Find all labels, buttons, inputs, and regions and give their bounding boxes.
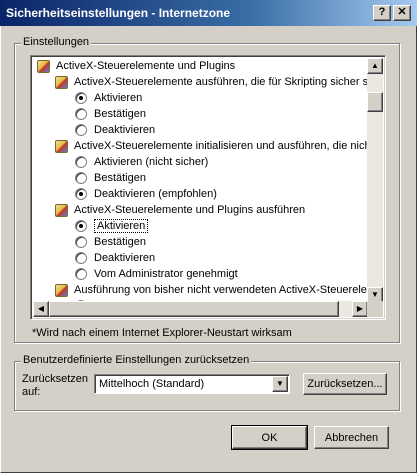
setting-item: Ausführung von bisher nicht verwendeten …	[55, 282, 367, 298]
radio-button[interactable]	[75, 268, 87, 280]
setting-label: ActiveX-Steuerelemente ausführen, die fü…	[74, 76, 368, 88]
radio-button[interactable]	[75, 220, 87, 232]
setting-label: Deaktivieren	[94, 252, 156, 264]
cancel-button[interactable]: Abbrechen	[314, 426, 389, 449]
setting-label: Deaktivieren (empfohlen)	[94, 188, 217, 200]
setting-label: Aktivieren (nicht sicher)	[94, 156, 209, 168]
radio-button[interactable]	[75, 188, 87, 200]
radio-button[interactable]	[75, 124, 87, 136]
setting-item: ActiveX-Steuerelemente und Plugins ausfü…	[55, 202, 305, 218]
setting-label: Bestätigen	[94, 236, 146, 248]
ok-button[interactable]: OK	[231, 425, 308, 450]
setting-option[interactable]: Deaktivieren	[75, 250, 155, 266]
horizontal-scroll-thumb[interactable]	[49, 301, 339, 317]
setting-item: ActiveX-Steuerelemente ausführen, die fü…	[55, 74, 368, 90]
title-bar[interactable]: Sicherheitseinstellungen - Internetzone …	[0, 0, 417, 26]
setting-option[interactable]: Bestätigen	[75, 106, 146, 122]
reset-to-label: Zurücksetzen auf:	[22, 373, 89, 398]
security-setting-icon	[55, 283, 68, 297]
setting-label: ActiveX-Steuerelemente und Plugins ausfü…	[74, 204, 306, 216]
radio-button[interactable]	[75, 156, 87, 168]
setting-option[interactable]: Aktivieren (nicht sicher)	[75, 154, 208, 170]
setting-label: Ausführung von bisher nicht verwendeten …	[74, 284, 367, 296]
setting-label: ActiveX-Steuerelemente und Plugins	[56, 60, 236, 72]
setting-label: Vom Administrator genehmigt	[94, 268, 238, 280]
horizontal-scrollbar[interactable]: ◀ ▶	[33, 301, 368, 317]
close-button[interactable]: ✕	[393, 5, 411, 21]
security-setting-icon	[55, 203, 68, 217]
chevron-down-icon[interactable]: ▼	[272, 376, 288, 392]
radio-button[interactable]	[75, 172, 87, 184]
setting-option[interactable]: Deaktivieren	[75, 122, 155, 138]
setting-option[interactable]: Bestätigen	[75, 234, 146, 250]
setting-option[interactable]: Aktivieren	[75, 90, 142, 106]
settings-tree-content: ActiveX-Steuerelemente und Plugins Active…	[33, 58, 368, 303]
scroll-left-button[interactable]: ◀	[33, 301, 49, 317]
vertical-scroll-thumb[interactable]	[367, 92, 383, 112]
setting-label: Bestätigen	[94, 108, 146, 120]
setting-option[interactable]: Deaktivieren (empfohlen)	[75, 186, 217, 202]
settings-group-label: Einstellungen	[21, 36, 92, 48]
security-setting-icon	[37, 59, 50, 73]
scroll-up-button[interactable]: ▲	[367, 58, 383, 74]
setting-item: ActiveX-Steuerelemente initialisieren un…	[55, 138, 368, 154]
reset-group-label: Benutzerdefinierte Einstellungen zurücks…	[21, 354, 252, 366]
setting-label: Aktivieren	[94, 92, 143, 104]
vertical-scrollbar[interactable]: ▲ ▼	[367, 58, 383, 303]
restart-note: *Wird nach einem Internet Explorer-Neust…	[32, 327, 292, 339]
setting-option[interactable]: Vom Administrator genehmigt	[75, 266, 238, 282]
security-setting-icon	[55, 139, 68, 153]
window-title: Sicherheitseinstellungen - Internetzone	[6, 6, 231, 20]
scroll-right-button[interactable]: ▶	[352, 301, 368, 317]
settings-tree[interactable]: ActiveX-Steuerelemente und Plugins Active…	[30, 55, 386, 320]
setting-label: Deaktivieren	[94, 124, 156, 136]
radio-button[interactable]	[75, 92, 87, 104]
radio-button[interactable]	[75, 252, 87, 264]
radio-button[interactable]	[75, 108, 87, 120]
security-setting-icon	[55, 75, 68, 89]
setting-category: ActiveX-Steuerelemente und Plugins	[37, 58, 235, 74]
setting-label: ActiveX-Steuerelemente initialisieren un…	[74, 140, 368, 152]
scroll-corner	[367, 301, 383, 317]
reset-level-value: Mittelhoch (Standard)	[99, 378, 205, 390]
setting-option[interactable]: Bestätigen	[75, 170, 146, 186]
setting-label: Aktivieren	[94, 219, 149, 233]
help-button[interactable]: ?	[373, 5, 391, 21]
reset-button[interactable]: Zurücksetzen...	[303, 373, 387, 395]
radio-button[interactable]	[75, 236, 87, 248]
setting-option[interactable]: Aktivieren	[75, 218, 149, 234]
setting-label: Bestätigen	[94, 172, 146, 184]
reset-level-dropdown[interactable]: Mittelhoch (Standard) ▼	[94, 374, 290, 394]
